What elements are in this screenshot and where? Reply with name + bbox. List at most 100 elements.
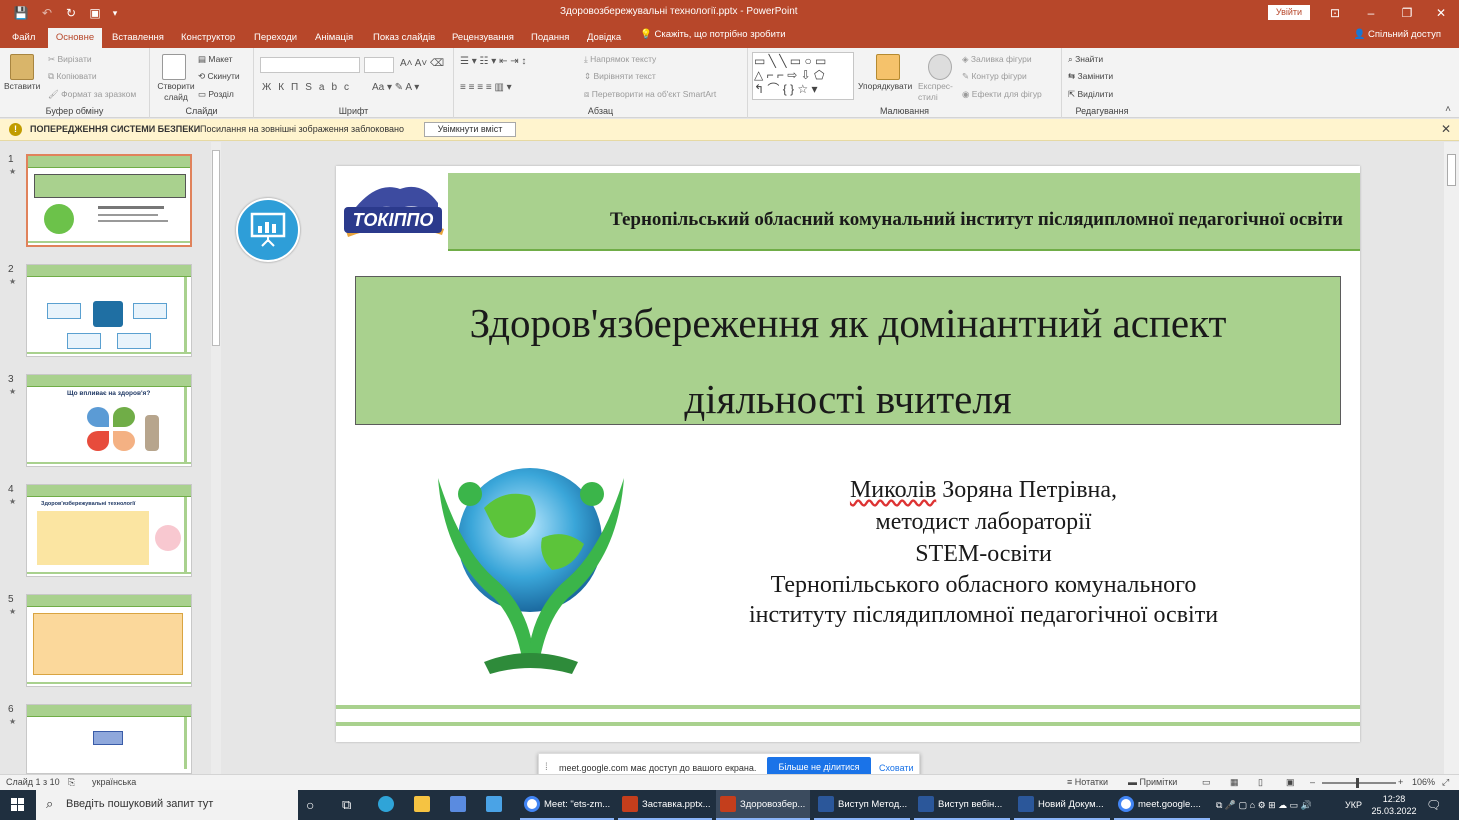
slide-sorter-icon[interactable]: ▦ [1230,777,1239,788]
paste-button[interactable]: Вставити [4,81,40,91]
canvas-scrollbar[interactable] [1444,142,1459,774]
thumbnail-scrollbar[interactable] [211,142,221,774]
align-text-button[interactable]: ⇕ Вирівняти текст [584,71,656,82]
undo-icon[interactable]: ↶ [38,4,56,22]
quick-styles-icon[interactable] [928,54,952,80]
reading-view-icon[interactable]: ▯ [1258,777,1263,788]
clock[interactable]: 12:28 25.03.2022 [1370,790,1418,820]
close-button[interactable]: ✕ [1426,3,1456,23]
taskbar-search[interactable]: ⌕ Введіть пошуковий запит тут [36,790,298,820]
tab-help[interactable]: Довідка [581,28,627,48]
ribbon-display-icon[interactable]: ⊡ [1320,3,1350,23]
paste-icon[interactable] [10,54,34,80]
slide-thumbnail-2[interactable] [26,264,192,357]
tab-animations[interactable]: Анімація [309,28,359,48]
font-format-icons[interactable]: ЖКПSabc [262,82,356,93]
zoom-level[interactable]: 106% [1412,777,1435,787]
tray-icons[interactable]: ⧉ 🎤 ▢ ⌂ ⚙ ⊞ ☁ ▭ 🔊 [1216,790,1312,820]
spellcheck-icon[interactable]: ⎘ [68,777,75,788]
copy-button[interactable]: ⧉ Копіювати [48,71,97,82]
minimize-button[interactable]: – [1356,3,1386,23]
tab-home[interactable]: Основне [48,28,102,48]
taskbar-meet-window[interactable]: Meet: "ets-zm... [520,790,614,820]
smartart-button[interactable]: ⧈ Перетворити на об'єкт SmartArt [584,89,716,100]
font-size-field[interactable] [364,57,394,73]
slide-title-box[interactable]: Здоров'язбереження як домінантний аспект… [355,276,1341,425]
zoom-in-icon[interactable]: + [1398,777,1403,787]
file-explorer-icon[interactable] [414,790,438,820]
layout-button[interactable]: ▤ Макет [198,54,232,65]
normal-view-icon[interactable]: ▭ [1202,777,1211,788]
grow-font-icon[interactable]: A˄ A˅ ⌫ [400,58,444,69]
reset-button[interactable]: ⟲ Скинути [198,71,240,82]
taskbar-current-ppt-window[interactable]: Здоровозбер... [716,790,810,820]
taskbar-word-window-1[interactable]: Виступ Метод... [814,790,910,820]
taskbar-meet-window-2[interactable]: meet.google.... [1114,790,1210,820]
language-indicator[interactable]: українська [92,777,136,787]
slide-thumbnail-3[interactable]: Що впливає на здоров'я? [26,374,192,467]
taskbar-zastavka-window[interactable]: Заставка.pptx... [618,790,712,820]
save-icon[interactable]: 💾 [12,4,30,22]
hide-button[interactable]: Сховати [879,763,914,773]
store-icon[interactable] [450,790,474,820]
shapes-gallery[interactable]: ▭ ╲ ╲ ▭ ○ ▭ △ ⌐ ⌐ ⇨ ⇩ ⬠ ↰ ⌒ { } ☆ ▾ [752,52,854,100]
notes-button[interactable]: ≡ Нотатки [1067,777,1108,787]
tab-slideshow[interactable]: Показ слайдів [367,28,441,48]
customize-qat-icon[interactable]: ▾ [106,4,124,22]
mail-icon[interactable] [486,790,510,820]
sign-in-button[interactable]: Увійти [1268,5,1310,20]
drag-handle-icon[interactable]: ⁞ [545,762,548,773]
new-slide-icon[interactable] [162,54,186,80]
find-button[interactable]: ⌕ Знайти [1068,54,1103,65]
tab-insert[interactable]: Вставлення [106,28,170,48]
share-button[interactable]: 👤 Спільний доступ [1353,29,1441,40]
tab-review[interactable]: Рецензування [446,28,520,48]
presentation-icon[interactable] [236,198,300,262]
slide-thumbnail-4[interactable]: Здоров'язбережувальні технології [26,484,192,577]
tab-design[interactable]: Конструктор [175,28,241,48]
shape-fill-button[interactable]: ◈ Заливка фігури [962,54,1032,65]
alignment-icons[interactable]: ≡ ≡ ≡ ≡ ▥ ▾ [460,82,512,93]
shape-outline-button[interactable]: ✎ Контур фігури [962,71,1027,82]
arrange-button[interactable]: Упорядкувати [858,81,912,91]
slideshow-view-icon[interactable]: ▣ [1286,777,1295,788]
enable-content-button[interactable]: Увімкнути вміст [424,122,516,137]
zoom-slider-thumb[interactable] [1356,778,1359,788]
replace-button[interactable]: ⇆ Замінити [1068,71,1113,82]
slide-thumbnail-6[interactable] [26,704,192,774]
edge-icon[interactable] [378,790,402,820]
author-block[interactable]: Миколів Зоряна Петрівна, методист лабора… [711,474,1256,630]
slide-thumbnail-1[interactable] [26,154,192,247]
slideshow-quick-icon[interactable]: ▣ [86,4,104,22]
arrange-icon[interactable] [876,54,900,80]
tab-transitions[interactable]: Переходи [248,28,303,48]
taskbar-word-window-2[interactable]: Виступ вебін... [914,790,1010,820]
taskbar-word-window-3[interactable]: Новий Докум... [1014,790,1110,820]
current-slide[interactable]: Тернопільський обласний комунальний інст… [336,166,1360,742]
font-color-icon[interactable]: Aa ▾ ✎ A ▾ [372,82,419,93]
redo-icon[interactable]: ↻ [62,4,80,22]
slide-thumbnail-5[interactable] [26,594,192,687]
comments-button[interactable]: ▬ Примітки [1128,777,1177,787]
restore-button[interactable]: ❐ [1392,3,1422,23]
quick-styles-button[interactable]: Експрес-стилі [918,81,954,103]
tab-view[interactable]: Подання [525,28,575,48]
list-icons[interactable]: ☰ ▾ ☷ ▾ ⇤ ⇥ ↕ [460,56,526,67]
cut-button[interactable]: ✂ Вирізати [48,54,92,65]
new-slide-button[interactable]: Створити слайд [154,81,198,103]
task-view-icon[interactable]: ⧉ [342,790,362,820]
zoom-out-icon[interactable]: – [1310,777,1315,787]
tell-me-search[interactable]: 💡 Скажіть, що потрібно зробити [640,29,786,40]
text-direction-button[interactable]: ⤓ Напрямок тексту [584,54,656,65]
select-button[interactable]: ⇱ Виділити [1068,89,1113,100]
start-button[interactable] [0,790,36,820]
shape-effects-button[interactable]: ◉ Ефекти для фігур [962,89,1042,100]
notifications-icon[interactable]: 🗨 [1426,790,1441,820]
section-button[interactable]: ▭ Розділ [198,89,234,100]
keyboard-language[interactable]: УКР [1345,790,1362,820]
tab-file[interactable]: Файл [6,28,41,48]
format-painter-button[interactable]: 🖌 Формат за зразком [48,89,136,100]
zoom-slider[interactable] [1322,778,1396,788]
cortana-icon[interactable]: ○ [306,790,326,820]
collapse-ribbon-icon[interactable]: ˄ [1445,104,1451,115]
